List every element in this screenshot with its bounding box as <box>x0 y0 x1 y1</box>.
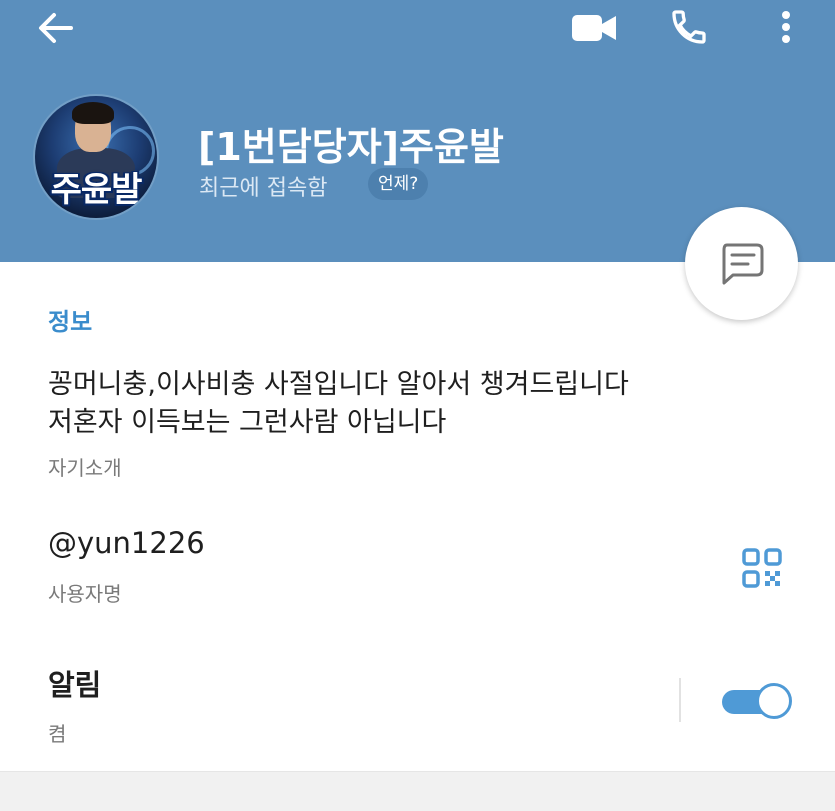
voice-call-button[interactable] <box>664 4 714 50</box>
video-call-button[interactable] <box>566 6 622 50</box>
phone-icon <box>672 10 706 44</box>
bio-line: 저혼자 이득보는 그런사람 아닙니다 <box>48 407 447 438</box>
send-message-button[interactable] <box>685 207 798 320</box>
qr-code-button[interactable] <box>738 546 786 590</box>
bio-line: 꽁머니충,이사비충 사절입니다 알아서 챙겨드립니다 <box>48 369 629 400</box>
notifications-toggle[interactable] <box>722 680 792 722</box>
video-camera-icon <box>572 15 616 41</box>
notifications-title: 알림 <box>48 668 102 702</box>
when-chip[interactable]: 언제? <box>368 168 429 200</box>
last-seen-status: 최근에 접속함 <box>199 176 328 201</box>
back-button[interactable] <box>30 6 80 50</box>
message-icon <box>722 243 763 284</box>
info-section-title: 정보 <box>48 308 93 336</box>
profile-avatar[interactable]: 주윤발 <box>35 96 157 218</box>
avatar-hair <box>72 102 114 124</box>
vertical-divider <box>679 678 681 722</box>
bio-text[interactable]: 꽁머니충,이사비충 사절입니다 알아서 챙겨드립니다 저혼자 이득보는 그런사람… <box>48 366 788 442</box>
qr-code-icon <box>742 548 782 588</box>
notifications-status: 켬 <box>48 722 67 746</box>
username[interactable]: @yun1226 <box>48 526 205 560</box>
username-caption: 사용자명 <box>48 582 122 606</box>
avatar-text: 주윤발 <box>50 170 143 210</box>
more-vertical-icon <box>782 11 790 43</box>
profile-name: [1번담당자]주윤발 <box>198 125 504 169</box>
section-divider <box>0 771 835 811</box>
more-options-button[interactable] <box>766 4 806 50</box>
toggle-thumb <box>756 683 792 719</box>
arrow-left-icon <box>39 13 73 43</box>
bio-caption: 자기소개 <box>48 456 122 480</box>
